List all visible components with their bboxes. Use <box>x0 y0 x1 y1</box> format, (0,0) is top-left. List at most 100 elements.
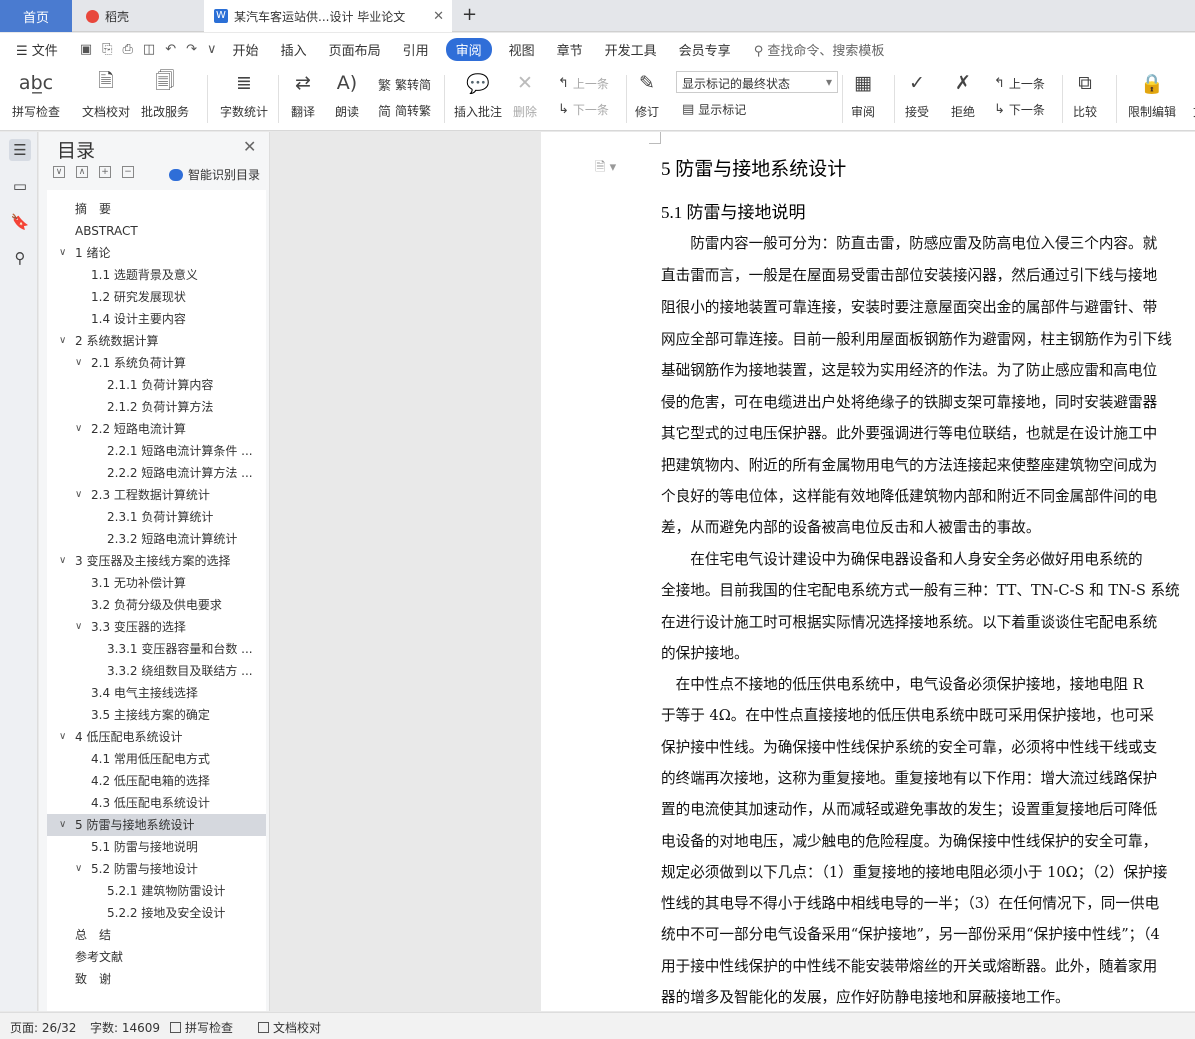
expand-caret-icon[interactable]: ∨ <box>75 418 87 440</box>
toc-item[interactable]: 4.3 低压配电系统设计 <box>47 792 266 814</box>
show-markup-button[interactable]: ▤ 显示标记 <box>682 101 746 118</box>
menu-start[interactable]: 开始 <box>233 40 259 59</box>
next-change-button[interactable]: ↳ 下一条 <box>994 101 1045 118</box>
toc-item[interactable]: ∨ 5.2 防雷与接地设计 <box>47 858 266 880</box>
toc-item[interactable]: 3.5 主接线方案的确定 <box>47 704 266 726</box>
expand-caret-icon[interactable]: ∨ <box>59 726 71 748</box>
menu-review[interactable]: 审阅 <box>445 37 492 61</box>
toc-item[interactable]: 2.3.1 负荷计算统计 <box>47 506 266 528</box>
remove-heading-icon[interactable]: − <box>122 166 134 178</box>
menu-chapter[interactable]: 章节 <box>557 40 583 59</box>
markup-state-select[interactable]: 显示标记的最终状态 ▾ <box>676 71 838 93</box>
smart-toc-button[interactable]: 智能识别目录 <box>169 166 260 183</box>
insert-comment-button[interactable]: 💬 插入批注 <box>454 69 502 120</box>
find-icon[interactable]: ⚲ <box>9 247 31 269</box>
next-comment-button[interactable]: ↳ 下一条 <box>558 101 609 118</box>
export-icon[interactable]: ⎘ <box>102 42 112 57</box>
toc-item[interactable]: 4.1 常用低压配电方式 <box>47 748 266 770</box>
delete-comment-button[interactable]: ✕ 删除 <box>512 69 538 120</box>
expand-caret-icon[interactable]: ∨ <box>75 858 87 880</box>
more-icon[interactable]: ∨ <box>207 42 217 57</box>
toc-item[interactable]: 2.2.2 短路电流计算方法 ... <box>47 462 266 484</box>
toc-item[interactable]: 致 谢 <box>47 968 266 990</box>
toc-item[interactable]: 2.1.2 负荷计算方法 <box>47 396 266 418</box>
paragraph-marker-icon[interactable]: 🗎 ▾ <box>595 158 616 180</box>
new-tab-button[interactable]: + <box>462 4 477 25</box>
toc-item[interactable]: 参考文献 <box>47 946 266 968</box>
toc-panel-icon[interactable]: ☰ <box>9 139 31 161</box>
proofread-button[interactable]: 🗎 文档校对 <box>82 69 130 120</box>
menu-insert[interactable]: 插入 <box>281 40 307 59</box>
redo-icon[interactable]: ↷ <box>186 42 197 57</box>
toc-item[interactable]: 3.3.2 绕组数目及联结方 ... <box>47 660 266 682</box>
expand-caret-icon[interactable]: ∨ <box>59 550 71 572</box>
add-heading-icon[interactable]: + <box>99 166 111 178</box>
close-pane-icon[interactable]: ✕ <box>243 137 256 156</box>
undo-icon[interactable]: ↶ <box>165 42 176 57</box>
toc-item[interactable]: 2.2.1 短路电流计算条件 ... <box>47 440 266 462</box>
save-icon[interactable]: ▣ <box>80 42 92 57</box>
expand-up-icon[interactable]: ∧ <box>76 166 88 178</box>
file-menu[interactable]: ☰ 文件 <box>16 40 58 59</box>
toc-item[interactable]: 2.1.1 负荷计算内容 <box>47 374 266 396</box>
expand-caret-icon[interactable]: ∨ <box>75 484 87 506</box>
preview-icon[interactable]: ◫ <box>143 42 155 57</box>
toc-item[interactable]: 3.4 电气主接线选择 <box>47 682 266 704</box>
restrict-editing-button[interactable]: 🔒 限制编辑 <box>1128 69 1176 120</box>
toc-item[interactable]: 3.1 无功补偿计算 <box>47 572 266 594</box>
toc-item[interactable]: 5.2.2 接地及安全设计 <box>47 902 266 924</box>
menu-reference[interactable]: 引用 <box>403 40 429 59</box>
toc-item[interactable]: ABSTRACT <box>47 220 266 242</box>
toc-item[interactable]: 3.3.1 变压器容量和台数 ... <box>47 638 266 660</box>
menu-dev-tools[interactable]: 开发工具 <box>605 40 657 59</box>
toc-item[interactable]: 3.2 负荷分级及供电要求 <box>47 594 266 616</box>
reject-button[interactable]: ✗ 拒绝 <box>950 69 976 120</box>
expand-caret-icon[interactable]: ∨ <box>75 352 87 374</box>
toc-item[interactable]: 1.4 设计主要内容 <box>47 308 266 330</box>
menu-member[interactable]: 会员专享 <box>679 40 731 59</box>
prev-change-button[interactable]: ↰ 上一条 <box>994 75 1045 92</box>
toc-item[interactable]: ∨ 3.3 变压器的选择 <box>47 616 266 638</box>
toc-item[interactable]: 5.2.1 建筑物防雷设计 <box>47 880 266 902</box>
toc-item[interactable]: 1.2 研究发展现状 <box>47 286 266 308</box>
word-count-button[interactable]: ≣ 字数统计 <box>220 69 268 120</box>
spell-check-button[interactable]: ab̲c 拼写检查 <box>12 69 60 120</box>
collapse-all-icon[interactable]: ∨ <box>53 166 65 178</box>
chapter-panel-icon[interactable]: ▭ <box>9 175 31 197</box>
track-changes-button[interactable]: ✎ 修订 <box>634 69 660 120</box>
batch-service-button[interactable]: 🗐 批改服务 <box>141 69 189 120</box>
toc-item[interactable]: 2.3.2 短路电流计算统计 <box>47 528 266 550</box>
toc-item[interactable]: 5.1 防雷与接地说明 <box>47 836 266 858</box>
read-aloud-button[interactable]: A) 朗读 <box>334 69 360 120</box>
translate-button[interactable]: ⇄ 翻译 <box>290 69 316 120</box>
toc-item[interactable]: ∨ 1 绪论 <box>47 242 266 264</box>
prev-comment-button[interactable]: ↰ 上一条 <box>558 75 609 92</box>
tab-home[interactable]: 首页 <box>0 0 72 32</box>
document-page[interactable]: 🗎 ▾ 5 防雷与接地系统设计 5.1 防雷与接地说明 防雷内容一般可分为：防直… <box>541 132 1195 1011</box>
expand-caret-icon[interactable]: ∨ <box>59 814 71 836</box>
toc-item[interactable]: ∨ 3 变压器及主接线方案的选择 <box>47 550 266 572</box>
bookmark-icon[interactable]: 🔖 <box>9 211 31 233</box>
more-ribbon-button[interactable]: 文 <box>1186 69 1195 120</box>
tab-document[interactable]: W 某汽车客运站供...设计 毕业论文 ✕ <box>204 0 452 32</box>
command-search[interactable]: ⚲ 查找命令、搜索模板 <box>754 40 885 59</box>
accept-button[interactable]: ✓ 接受 <box>904 69 930 120</box>
simp-to-trad-button[interactable]: 简简转繁 <box>378 101 431 120</box>
trad-to-simp-button[interactable]: 繁繁转简 <box>378 75 431 94</box>
expand-caret-icon[interactable]: ∨ <box>59 242 71 264</box>
toc-item[interactable]: ∨ 2.3 工程数据计算统计 <box>47 484 266 506</box>
toc-item[interactable]: ∨ 4 低压配电系统设计 <box>47 726 266 748</box>
close-tab-icon[interactable]: ✕ <box>433 9 444 24</box>
toc-item[interactable]: ∨ 5 防雷与接地系统设计 <box>47 814 266 836</box>
tab-daoke[interactable]: 稻壳 <box>74 0 202 32</box>
toc-item[interactable]: 1.1 选题背景及意义 <box>47 264 266 286</box>
status-proofread[interactable]: 文档校对 <box>258 1019 321 1036</box>
toc-item[interactable]: 总 结 <box>47 924 266 946</box>
expand-caret-icon[interactable]: ∨ <box>75 616 87 638</box>
status-spell-check[interactable]: 拼写检查 <box>170 1019 233 1036</box>
toc-item[interactable]: ∨ 2 系统数据计算 <box>47 330 266 352</box>
toc-item[interactable]: 摘 要 <box>47 198 266 220</box>
menu-layout[interactable]: 页面布局 <box>329 40 381 59</box>
toc-item[interactable]: 4.2 低压配电箱的选择 <box>47 770 266 792</box>
menu-view[interactable]: 视图 <box>509 40 535 59</box>
